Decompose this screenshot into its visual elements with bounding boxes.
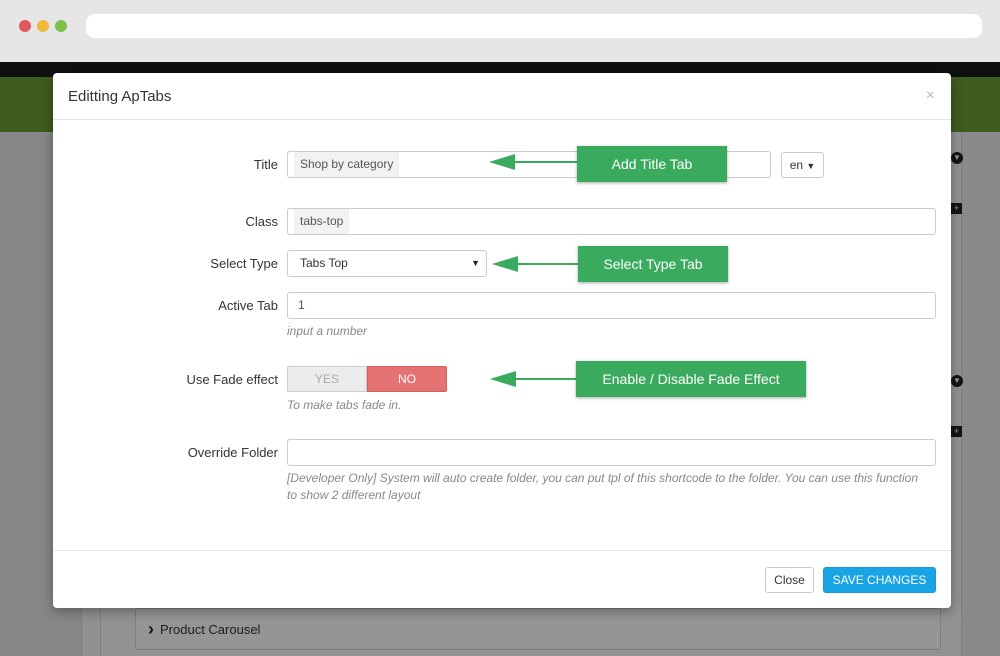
modal-footer	[53, 550, 951, 608]
save-changes-button[interactable]: SAVE CHANGES	[823, 567, 936, 593]
override-folder-label: Override Folder	[187, 445, 278, 460]
override-folder-input[interactable]	[287, 439, 936, 466]
override-folder-help-line2: to show 2 different layout	[287, 488, 421, 502]
close-icon[interactable]: ×	[926, 87, 935, 105]
fade-yes-option[interactable]: YES	[287, 366, 367, 392]
title-input-value: Shop by category	[294, 152, 400, 177]
language-dropdown[interactable]: en ▼	[781, 152, 824, 178]
close-button[interactable]: Close	[765, 567, 814, 593]
modal-title: Editting ApTabs	[68, 88, 172, 105]
title-arrow	[489, 154, 581, 170]
fade-effect-toggle[interactable]: YES NO	[287, 366, 447, 392]
window-minimize-dot[interactable]	[37, 20, 49, 32]
browser-chrome	[0, 0, 1000, 62]
override-folder-help-line1: [Developer Only] System will auto create…	[287, 471, 919, 485]
caret-down-icon: ▼	[806, 161, 816, 171]
title-label: Title	[253, 157, 278, 172]
title-callout: Add Title Tab	[577, 146, 727, 182]
select-type-label: Select Type	[210, 256, 278, 271]
language-label: en	[789, 158, 804, 172]
fade-arrow	[490, 371, 579, 387]
fade-effect-help: To make tabs fade in.	[287, 398, 402, 412]
active-tab-label: Active Tab	[218, 298, 278, 313]
fade-effect-label: Use Fade effect	[186, 372, 278, 387]
modal-header: Editting ApTabs ×	[53, 73, 951, 120]
address-bar[interactable]	[86, 14, 982, 38]
class-input-value: tabs-top	[294, 209, 350, 234]
select-type-callout: Select Type Tab	[578, 246, 728, 282]
class-label: Class	[245, 214, 278, 229]
window-close-dot[interactable]	[19, 20, 31, 32]
edit-aptabs-modal: Editting ApTabs × Title Shop by category…	[53, 73, 951, 608]
fade-callout: Enable / Disable Fade Effect	[576, 361, 806, 397]
select-type-arrow	[492, 256, 580, 272]
active-tab-input[interactable]: 1	[287, 292, 936, 319]
class-input[interactable]: tabs-top	[287, 208, 936, 235]
caret-down-icon: ▼	[471, 258, 480, 268]
select-type-value: Tabs Top	[300, 256, 348, 270]
select-type-dropdown[interactable]: Tabs Top ▼	[287, 250, 487, 277]
window-maximize-dot[interactable]	[55, 20, 67, 32]
fade-no-option[interactable]: NO	[367, 366, 447, 392]
active-tab-help: input a number	[287, 324, 368, 338]
active-tab-value: 1	[298, 298, 305, 312]
